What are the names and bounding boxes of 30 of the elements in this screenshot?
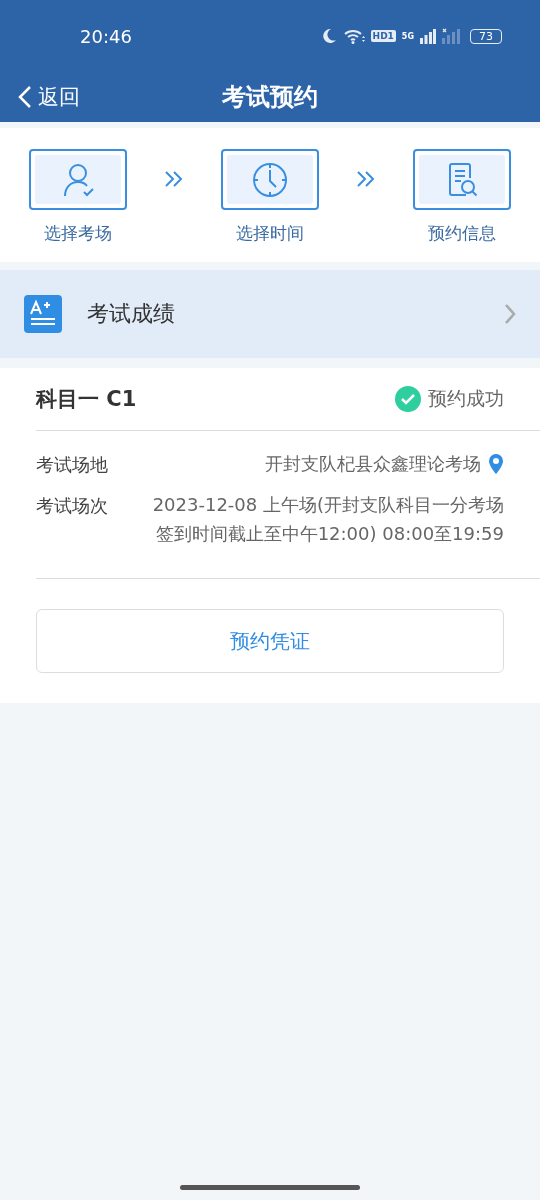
status-text: 预约成功 xyxy=(428,386,504,411)
status-time: 20:46 xyxy=(80,25,133,47)
network-label: 5G xyxy=(401,31,414,41)
field-value: 开封支队杞县众鑫理论考场 xyxy=(265,452,481,476)
double-chevron-icon xyxy=(355,169,377,189)
field-label: 考试场次 xyxy=(36,494,108,518)
step-button[interactable] xyxy=(221,149,319,210)
subject-title: 科目一 C1 xyxy=(36,386,138,413)
back-button[interactable]: 返回 xyxy=(18,83,80,111)
step-button[interactable] xyxy=(29,149,127,210)
score-label: 考试成绩 xyxy=(87,300,176,328)
voucher-button[interactable]: 预约凭证 xyxy=(36,609,504,673)
step-label: 预约信息 xyxy=(428,222,496,245)
moon-icon xyxy=(320,28,337,44)
field-value: 2023-12-08 上午场(开封支队科目一分考场签到时间截止至中午12:00) 08:00至19:59 xyxy=(152,493,504,546)
field-label: 考试场地 xyxy=(36,453,108,477)
chevron-right-icon xyxy=(504,303,516,325)
battery-level: 73 xyxy=(470,28,502,44)
step-label: 选择考场 xyxy=(44,222,112,245)
back-icon xyxy=(18,85,32,109)
signal-icon xyxy=(420,28,436,44)
grade-icon xyxy=(24,295,62,333)
step-label: 选择时间 xyxy=(236,222,304,245)
score-row[interactable]: 考试成绩 xyxy=(0,270,540,358)
double-chevron-icon xyxy=(163,169,185,189)
page-title: 考试预约 xyxy=(222,82,318,113)
wifi-icon xyxy=(342,28,365,44)
clock-icon xyxy=(252,161,288,198)
hd-badge: HD1 xyxy=(370,30,396,42)
step-button[interactable] xyxy=(413,149,511,210)
